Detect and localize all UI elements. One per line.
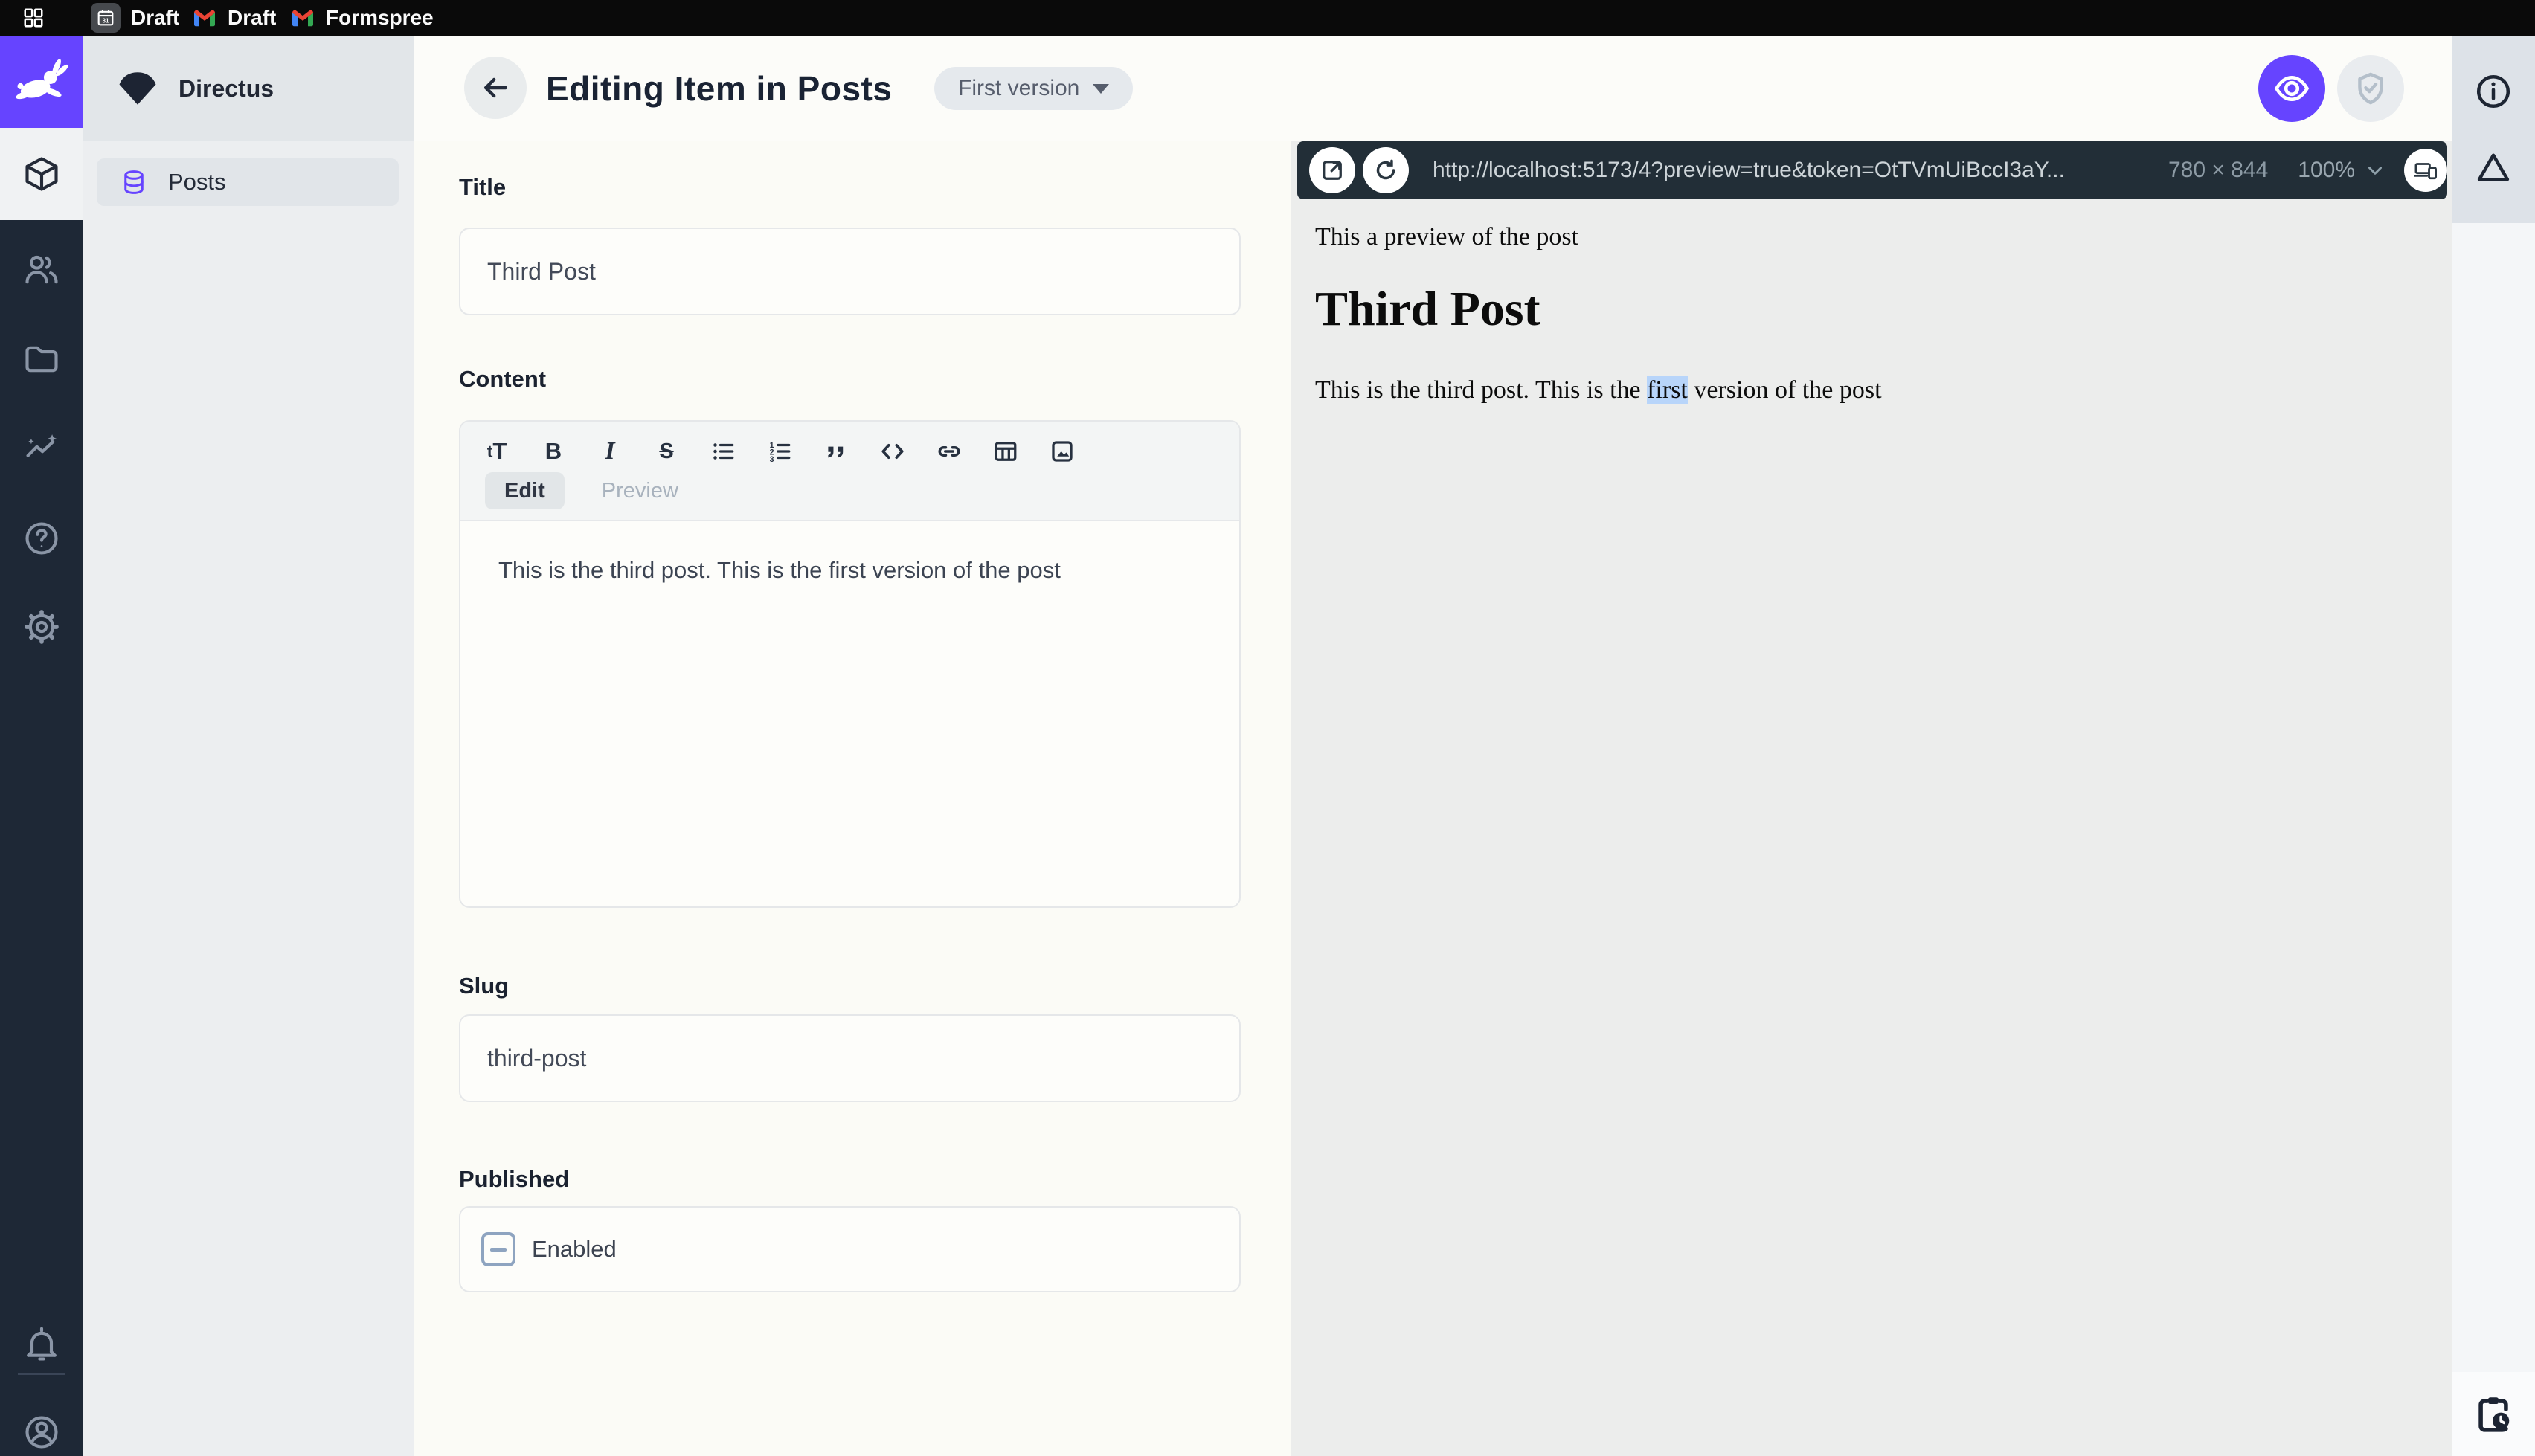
- project-name: Directus: [179, 74, 274, 102]
- image-icon[interactable]: [1049, 438, 1076, 465]
- markdown-editor: tT B I S 1 2 3 Edit Preview This is the …: [459, 420, 1241, 908]
- chevron-down-icon: [2368, 167, 2382, 175]
- heading-icon[interactable]: tT: [483, 438, 510, 465]
- published-field-label: Published: [459, 1166, 570, 1192]
- back-button[interactable]: [464, 57, 527, 119]
- preview-heading: Third Post: [1315, 282, 1540, 336]
- bold-icon[interactable]: B: [540, 438, 567, 465]
- open-in-new-button[interactable]: [1309, 147, 1355, 193]
- preview-url[interactable]: http://localhost:5173/4?preview=true&tok…: [1433, 158, 2168, 183]
- tab-label: Draft: [131, 6, 180, 29]
- module-help[interactable]: [0, 494, 83, 583]
- eye-icon: [2272, 69, 2311, 108]
- refresh-button[interactable]: [1363, 147, 1409, 193]
- bullet-list-icon[interactable]: [710, 438, 736, 465]
- browser-tab-formspree[interactable]: Formspree: [290, 3, 434, 33]
- preview-zoom-select[interactable]: 100%: [2298, 158, 2385, 183]
- database-icon: [119, 167, 149, 197]
- italic-icon[interactable]: I: [597, 438, 623, 465]
- browser-tab-draft-calendar[interactable]: 31 Draft: [91, 3, 179, 33]
- content-text: This is the third post. This is the firs…: [498, 557, 1061, 583]
- paragraph-highlight: first: [1647, 376, 1688, 404]
- preview-toggle-button[interactable]: [2258, 55, 2325, 122]
- module-content[interactable]: [0, 128, 83, 220]
- page-header: Editing Item in Posts First version: [414, 36, 2452, 141]
- clipboard-clock-icon: [2472, 1393, 2515, 1436]
- indeterminate-minus-icon: [490, 1247, 507, 1252]
- tab-label: Formspree: [326, 6, 434, 29]
- preview-dimensions: 780 × 844: [2168, 158, 2269, 182]
- save-button[interactable]: [2337, 55, 2404, 122]
- module-settings[interactable]: [0, 582, 83, 671]
- editor-toolbar: tT B I S 1 2 3 Edit Preview: [460, 422, 1239, 521]
- tab-edit[interactable]: Edit: [485, 472, 565, 509]
- sidebar-detail-toggles: [2452, 36, 2535, 223]
- module-bar: [0, 36, 83, 1456]
- sidebar: Directus Posts: [83, 36, 414, 1456]
- project-header[interactable]: Directus: [83, 36, 414, 141]
- directus-shield-logo: [116, 67, 159, 110]
- responsive-mode-button[interactable]: [2404, 149, 2447, 192]
- published-field: Enabled: [459, 1206, 1241, 1292]
- user-avatar-icon[interactable]: [0, 1388, 83, 1456]
- svg-text:31: 31: [102, 17, 109, 24]
- directus-rabbit-logo[interactable]: [0, 36, 83, 128]
- title-input-value: Third Post: [487, 257, 596, 285]
- rail-divider: [18, 1373, 65, 1375]
- version-selector[interactable]: First version: [934, 67, 1134, 110]
- preview-paragraph: This is the third post. This is the firs…: [1315, 376, 1882, 405]
- content-textarea[interactable]: This is the third post. This is the firs…: [460, 521, 1239, 584]
- slug-field-label: Slug: [459, 973, 510, 999]
- module-users[interactable]: [0, 225, 83, 315]
- svg-text:3: 3: [770, 455, 774, 464]
- slug-input-value: third-post: [487, 1044, 587, 1072]
- shield-check-icon: [2352, 70, 2389, 107]
- preview-intro-text: This a preview of the post: [1315, 223, 1579, 251]
- paragraph-before: This is the third post. This is the: [1315, 376, 1648, 404]
- sidebar-item-posts[interactable]: Posts: [97, 158, 399, 206]
- chevron-down-icon: [1093, 83, 1110, 94]
- changes-delta-icon[interactable]: [2473, 147, 2513, 187]
- numbered-list-icon[interactable]: 1 2 3: [766, 438, 793, 465]
- live-preview-panel: http://localhost:5173/4?preview=true&tok…: [1291, 141, 2452, 1456]
- published-checkbox[interactable]: [481, 1232, 515, 1266]
- preview-toolbar: http://localhost:5173/4?preview=true&tok…: [1297, 141, 2447, 199]
- title-input[interactable]: Third Post: [459, 228, 1241, 315]
- module-files[interactable]: [0, 315, 83, 404]
- gmail-icon: [192, 7, 217, 28]
- slug-input[interactable]: third-post: [459, 1014, 1241, 1102]
- revisions-drawer-toggle[interactable]: [2452, 1372, 2535, 1456]
- tab-preview[interactable]: Preview: [582, 472, 698, 509]
- title-field-label: Title: [459, 174, 507, 200]
- table-icon[interactable]: [992, 438, 1019, 465]
- version-label: First version: [958, 76, 1080, 100]
- zoom-value: 100%: [2298, 158, 2355, 182]
- code-icon[interactable]: [879, 438, 906, 465]
- item-edit-form: Title Third Post Content tT B I S 1 2 3 …: [414, 141, 1291, 1456]
- content-field-label: Content: [459, 366, 547, 392]
- calendar-icon: 31: [91, 3, 121, 33]
- right-sidebar: [2452, 36, 2535, 1456]
- published-checkbox-label: Enabled: [532, 1236, 617, 1262]
- page-title: Editing Item in Posts: [546, 69, 893, 108]
- sidebar-item-label: Posts: [168, 169, 226, 195]
- info-icon[interactable]: [2473, 71, 2513, 112]
- gmail-icon: [290, 7, 315, 28]
- notifications-bell-icon[interactable]: [0, 1300, 83, 1389]
- module-insights[interactable]: [0, 405, 83, 494]
- strikethrough-icon[interactable]: S: [653, 438, 680, 465]
- browser-tab-bar: 31 Draft Draft Formspree: [0, 0, 2535, 36]
- browser-tab-draft-gmail[interactable]: Draft: [192, 3, 276, 33]
- tab-overview-grid-icon[interactable]: [22, 7, 45, 29]
- link-icon[interactable]: [936, 438, 963, 465]
- paragraph-after: version of the post: [1687, 376, 1882, 404]
- blockquote-icon[interactable]: [823, 438, 849, 465]
- tab-label: Draft: [228, 6, 277, 29]
